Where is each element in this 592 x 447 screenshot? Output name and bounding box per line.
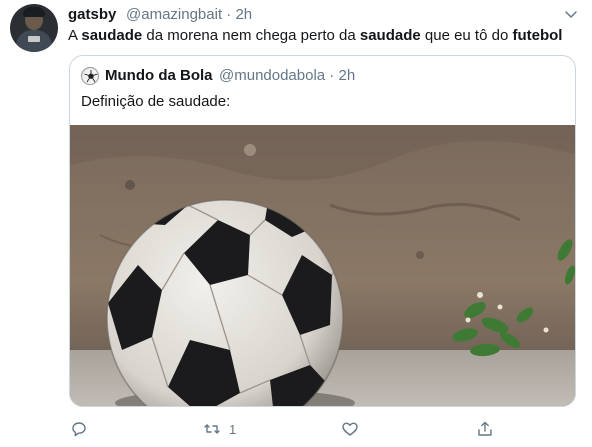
author-handle[interactable]: @amazingbait [126,6,222,23]
quoted-author-name[interactable]: Mundo da Bola [105,67,213,84]
chevron-down-icon[interactable] [564,8,578,22]
quoted-time[interactable]: 2h [338,67,355,84]
quoted-author-handle[interactable]: @mundodabola [219,67,325,84]
quoted-text: Definição de saudade: [81,93,231,110]
share-icon [478,421,492,436]
like-button[interactable] [341,418,359,440]
quoted-tweet[interactable]: Mundo da Bola @mundodabola · 2h Definiçã… [69,55,576,407]
tweet-actions: 1 [0,418,592,442]
retweet-button[interactable]: 1 [203,418,236,440]
share-button[interactable] [476,418,494,440]
reply-button[interactable] [70,418,88,440]
author-avatar[interactable] [10,4,58,52]
quoted-author-handle-time[interactable]: @mundodabola · 2h [219,67,355,84]
tweet-text: A saudade da morena nem chega perto da s… [68,27,563,44]
author-handle-time[interactable]: @amazingbait · 2h [126,6,252,23]
retweet-icon [204,424,220,434]
tweet-time[interactable]: 2h [235,6,252,23]
quoted-author-avatar[interactable] [81,67,99,85]
reply-icon [72,422,86,437]
retweet-count: 1 [229,421,237,437]
soccer-ball-photo[interactable] [70,125,576,407]
heart-icon [342,422,358,436]
author-name[interactable]: gatsby [68,6,116,23]
